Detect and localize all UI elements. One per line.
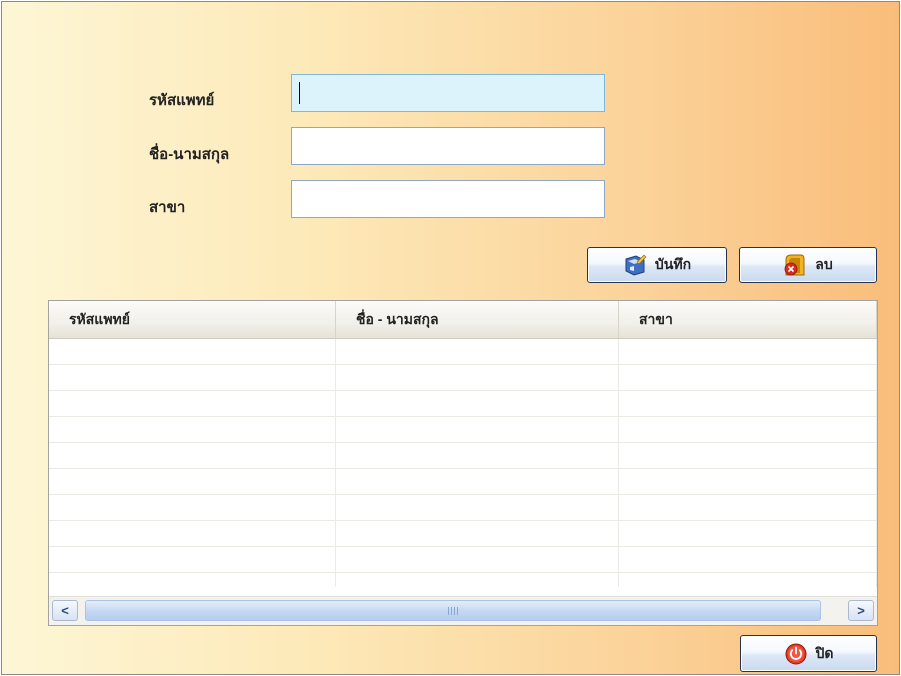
table-row[interactable] [49, 469, 877, 495]
table-cell[interactable] [49, 573, 336, 587]
table-cell[interactable] [49, 365, 336, 390]
branch-label: สาขา [149, 199, 186, 216]
table-cell[interactable] [49, 495, 336, 520]
doctor-id-input[interactable] [291, 74, 605, 112]
table-cell[interactable] [49, 443, 336, 468]
table-cell[interactable] [49, 521, 336, 546]
table-cell[interactable] [336, 495, 619, 520]
table-body [49, 339, 877, 587]
grip-icon [448, 606, 458, 615]
table-cell[interactable] [49, 469, 336, 494]
table-cell[interactable] [336, 547, 619, 572]
save-button-label: บันทึก [654, 256, 692, 272]
table-row[interactable] [49, 573, 877, 587]
scroll-thumb[interactable] [85, 600, 821, 621]
table-row[interactable] [49, 443, 877, 469]
delete-button-label: ลบ [815, 256, 833, 272]
column-header-doctor-id[interactable]: รหัสแพทย์ [49, 301, 336, 338]
name-label: ชื่อ-นามสกุล [149, 146, 230, 163]
table-row[interactable] [49, 339, 877, 365]
table-cell[interactable] [336, 391, 619, 416]
save-disk-icon [623, 254, 647, 276]
doctor-form-window: รหัสแพทย์ ชื่อ-นามสกุล สาขา บันทึก ลบ รห… [1, 1, 900, 675]
table-row[interactable] [49, 495, 877, 521]
column-header-branch[interactable]: สาขา [619, 301, 877, 338]
table-row[interactable] [49, 547, 877, 573]
table-header: รหัสแพทย์ ชื่อ - นามสกุล สาขา [49, 301, 877, 339]
doctor-id-label: รหัสแพทย์ [149, 92, 215, 109]
power-icon [784, 643, 808, 665]
table-row[interactable] [49, 521, 877, 547]
scroll-left-button[interactable]: < [52, 600, 78, 621]
table-cell[interactable] [619, 495, 877, 520]
horizontal-scrollbar[interactable]: < > [49, 596, 877, 625]
table-cell[interactable] [336, 521, 619, 546]
doctor-table[interactable]: รหัสแพทย์ ชื่อ - นามสกุล สาขา < > [48, 300, 878, 626]
table-cell[interactable] [619, 365, 877, 390]
table-row[interactable] [49, 365, 877, 391]
table-cell[interactable] [336, 365, 619, 390]
save-button[interactable]: บันทึก [587, 247, 727, 283]
table-cell[interactable] [619, 391, 877, 416]
table-cell[interactable] [619, 547, 877, 572]
name-input[interactable] [291, 127, 605, 165]
table-row[interactable] [49, 391, 877, 417]
table-cell[interactable] [336, 417, 619, 442]
table-cell[interactable] [619, 573, 877, 587]
table-cell[interactable] [49, 339, 336, 364]
table-cell[interactable] [619, 521, 877, 546]
table-cell[interactable] [619, 417, 877, 442]
table-cell[interactable] [49, 391, 336, 416]
table-cell[interactable] [336, 339, 619, 364]
table-cell[interactable] [49, 417, 336, 442]
text-caret [299, 82, 300, 104]
table-cell[interactable] [336, 469, 619, 494]
table-cell[interactable] [49, 547, 336, 572]
table-cell[interactable] [336, 443, 619, 468]
table-cell[interactable] [336, 573, 619, 587]
close-button-label: ปิด [815, 644, 834, 661]
table-cell[interactable] [619, 339, 877, 364]
close-button[interactable]: ปิด [740, 635, 877, 672]
branch-input[interactable] [291, 180, 605, 218]
delete-button[interactable]: ลบ [739, 247, 877, 283]
table-cell[interactable] [619, 469, 877, 494]
table-cell[interactable] [619, 443, 877, 468]
delete-icon [783, 254, 807, 276]
table-row[interactable] [49, 417, 877, 443]
scroll-right-button[interactable]: > [848, 600, 874, 621]
column-header-name[interactable]: ชื่อ - นามสกุล [336, 301, 619, 338]
